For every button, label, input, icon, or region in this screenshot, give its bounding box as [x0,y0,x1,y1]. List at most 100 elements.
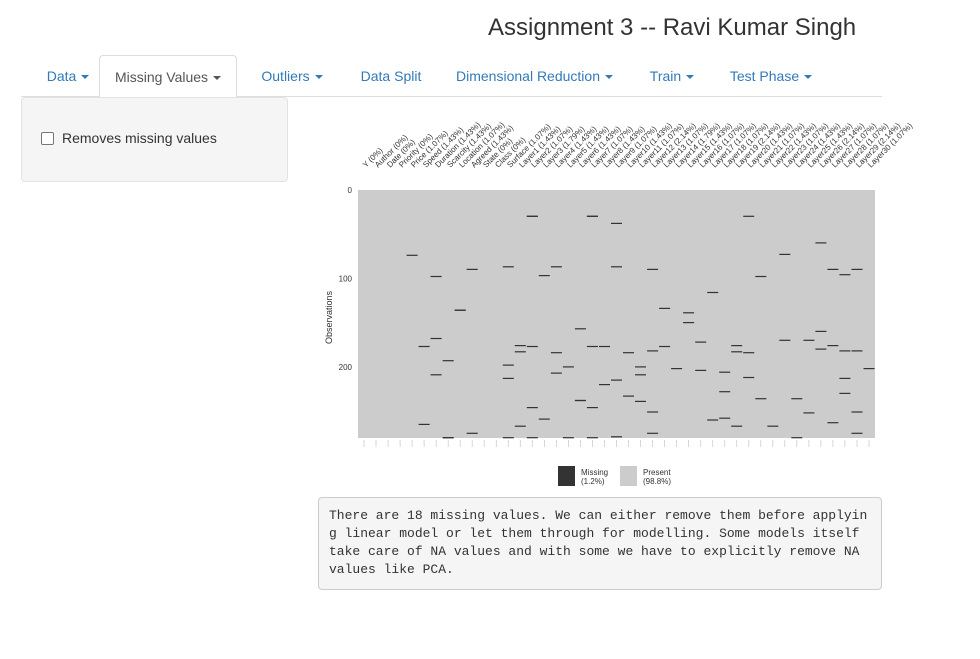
tab-bar: Data Missing Values Outliers Data Split Dime… [21,55,882,98]
missing-cell [659,307,671,309]
missing-cell [599,345,610,348]
missing-cell [731,351,743,353]
missing-cell [611,436,622,438]
y-tick-label: 200 [339,363,353,372]
legend-percent: (1.2%) [581,477,605,486]
missing-cell [430,337,442,340]
missing-cell [719,391,731,393]
missing-cell [839,392,851,394]
missing-cell [550,266,562,268]
missing-cell [803,412,815,414]
missing-cell [635,374,646,376]
missing-cell [635,400,646,402]
missing-cell [647,411,659,413]
missing-cell [611,222,622,224]
tab-outliers[interactable]: Outliers [256,55,328,97]
tab-dimensional-reduction[interactable]: Dimensional Reduction [448,55,621,97]
missing-cell [466,432,478,434]
missing-cell [743,215,755,217]
missing-cell [574,328,586,330]
missing-cell [851,432,863,434]
missing-cell [695,341,707,343]
missing-cell [791,398,803,400]
missing-cell [526,407,538,409]
missing-cell [514,345,526,347]
missing-cell [743,352,755,354]
tab-label: Missing Values [114,69,209,85]
missing-cell [671,368,683,370]
missing-cell [659,345,671,348]
missing-cell [803,339,815,341]
y-tick-label: 0 [348,186,353,195]
missing-cell [418,345,430,348]
legend-label: Present [643,468,671,477]
missing-cell [839,350,851,352]
missing-cell [623,352,634,354]
missing-cell [502,437,514,439]
missing-cell [635,366,646,368]
missing-cell [502,377,514,379]
tab-label: Train [649,68,682,84]
missing-cell [731,425,743,427]
legend-label: Missing [581,468,608,477]
tab-data[interactable]: Data [37,55,99,97]
missing-cell [442,437,454,439]
page-title: Assignment 3 -- Ravi Kumar Singh [488,14,857,41]
caret-down-icon [81,75,90,80]
missing-cell [526,345,538,348]
missing-cell [623,395,634,397]
tab-label: Data [46,68,77,84]
missing-cell [574,399,586,402]
missing-cell [827,268,839,270]
legend-swatch [558,466,575,486]
tab-label: Data Split [360,68,422,84]
missing-cell [755,275,767,278]
remove-missing-checkbox[interactable] [41,131,54,145]
sidebar-panel: Removes missing values [21,97,288,182]
missing-cell [586,407,598,409]
missing-cell [707,419,719,421]
tab-label: Test Phase [729,68,800,84]
missing-cell [466,268,478,270]
caret-down-icon [804,75,813,80]
tab-test-phase[interactable]: Test Phase [721,55,821,97]
missing-cell [719,371,731,373]
missing-cell [719,417,731,419]
missing-cell [839,377,851,379]
tab-train[interactable]: Train [641,55,703,97]
missing-cell [418,423,430,425]
missing-cell [827,345,839,347]
missing-cell [550,372,562,374]
caret-down-icon [314,75,323,80]
missing-cell [815,242,827,244]
missing-cell [562,366,574,368]
missing-cell [683,312,695,314]
present-background [358,190,875,438]
remove-missing-row[interactable]: Removes missing values [41,129,217,147]
missing-cell [502,266,514,268]
missing-cell [779,253,791,255]
missing-cell [755,398,767,400]
missing-cell [611,266,622,268]
missing-values-note: There are 18 missing values. We can eith… [318,497,882,590]
caret-down-icon [213,76,222,81]
missing-cell [683,322,695,324]
missing-cell [647,432,659,434]
missing-cell [695,369,707,371]
missing-cell [586,215,598,217]
missing-cell [863,368,875,370]
missing-cell [779,339,791,341]
missing-cell [430,374,442,376]
legend-percent: (98.8%) [643,477,671,486]
remove-missing-label: Removes missing values [62,130,217,146]
missing-cell [562,437,574,439]
missing-cell [586,437,598,439]
missing-values-chart: Y (0%)Author (0%)Date (0%)Priority (0%)P… [324,120,914,486]
missing-cell [586,345,598,348]
missing-cell [538,418,550,420]
caret-down-icon [686,75,695,80]
tab-missing-values[interactable]: Missing Values [99,55,237,98]
missing-cell [767,425,779,427]
missing-cell [815,330,827,332]
tab-data-split[interactable]: Data Split [353,55,429,97]
